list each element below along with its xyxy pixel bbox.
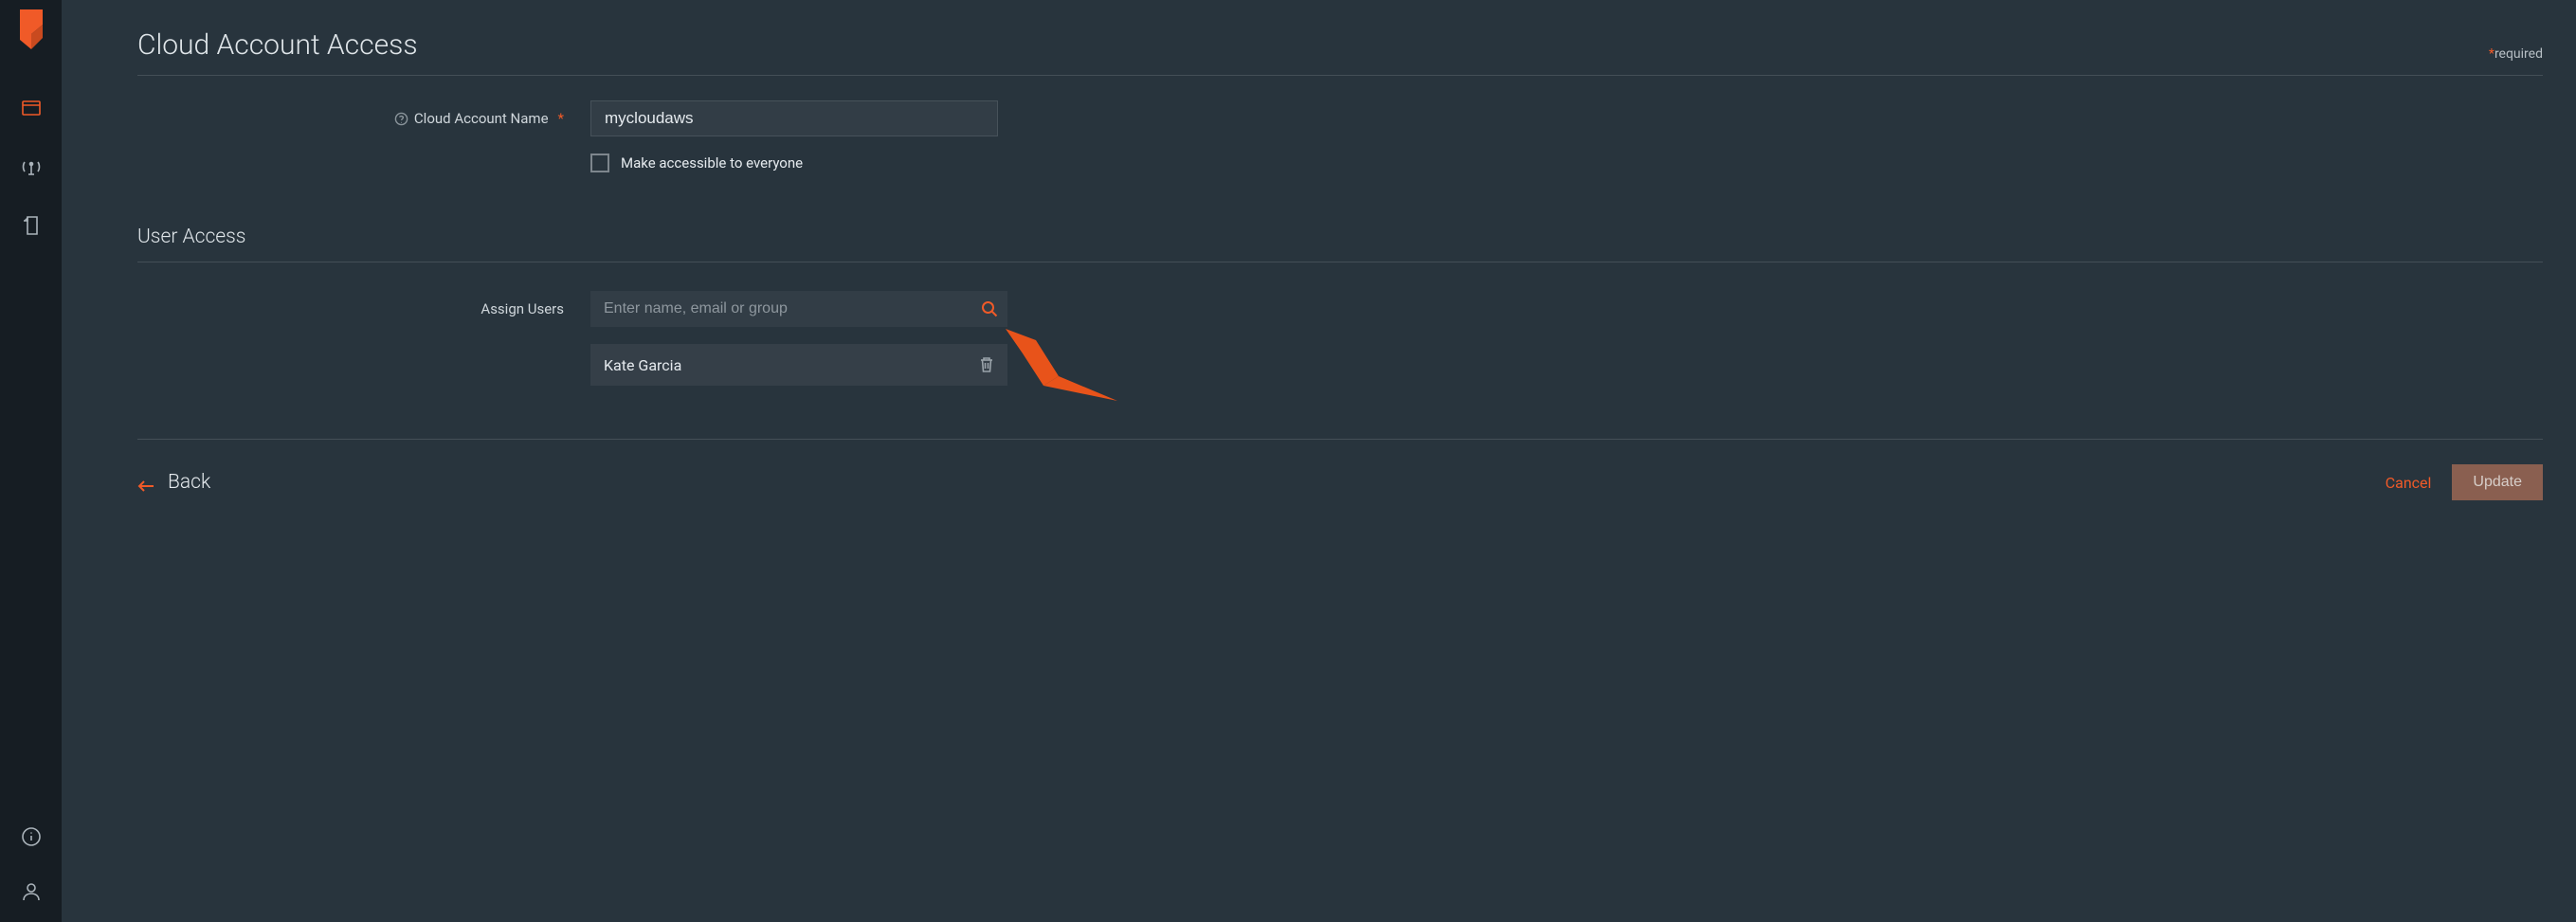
accessible-everyone-row: Make accessible to everyone <box>590 154 2543 172</box>
assigned-user-row: Kate Garcia <box>590 344 1007 386</box>
required-asterisk: * <box>558 110 564 127</box>
dashboard-icon[interactable] <box>20 97 43 119</box>
sidebar-nav-top <box>20 97 43 237</box>
account-name-input[interactable] <box>590 100 998 136</box>
antenna-icon[interactable] <box>20 155 43 178</box>
user-icon[interactable] <box>20 880 43 903</box>
user-access-title: User Access <box>137 226 2543 262</box>
accessible-everyone-label: Make accessible to everyone <box>621 154 803 172</box>
main-content: Cloud Account Access *required Cloud Acc… <box>62 0 2576 922</box>
assign-users-block: Assign Users Kate Garcia <box>137 262 2543 386</box>
footer-actions: Cancel Update <box>2386 464 2543 500</box>
help-icon[interactable] <box>394 112 408 126</box>
cancel-button[interactable]: Cancel <box>2386 474 2432 492</box>
search-icon[interactable] <box>981 300 998 317</box>
brand-logo <box>16 8 46 51</box>
account-name-label: Cloud Account Name * <box>137 110 590 127</box>
assigned-user-name: Kate Garcia <box>604 356 681 374</box>
assign-users-label: Assign Users <box>137 300 590 317</box>
document-icon[interactable] <box>20 214 43 237</box>
back-label: Back <box>168 471 210 494</box>
info-icon[interactable] <box>20 825 43 848</box>
assign-users-search-input[interactable] <box>590 291 1007 327</box>
sidebar <box>0 0 62 922</box>
back-button[interactable]: Back <box>137 471 210 494</box>
account-form: Cloud Account Name * Make accessible to … <box>137 76 2543 172</box>
account-name-label-text: Cloud Account Name <box>414 110 549 127</box>
arrow-left-icon <box>137 476 154 489</box>
page-title: Cloud Account Access <box>137 28 418 62</box>
assign-users-search-wrap <box>590 291 1007 327</box>
trash-icon[interactable] <box>979 356 994 373</box>
footer: Back Cancel Update <box>137 439 2543 500</box>
accessible-everyone-checkbox[interactable] <box>590 154 609 172</box>
required-note: *required <box>2489 46 2543 62</box>
update-button[interactable]: Update <box>2452 464 2543 500</box>
page-header: Cloud Account Access *required <box>137 28 2543 76</box>
sidebar-nav-bottom <box>20 825 43 922</box>
account-name-row: Cloud Account Name * <box>137 100 2543 136</box>
